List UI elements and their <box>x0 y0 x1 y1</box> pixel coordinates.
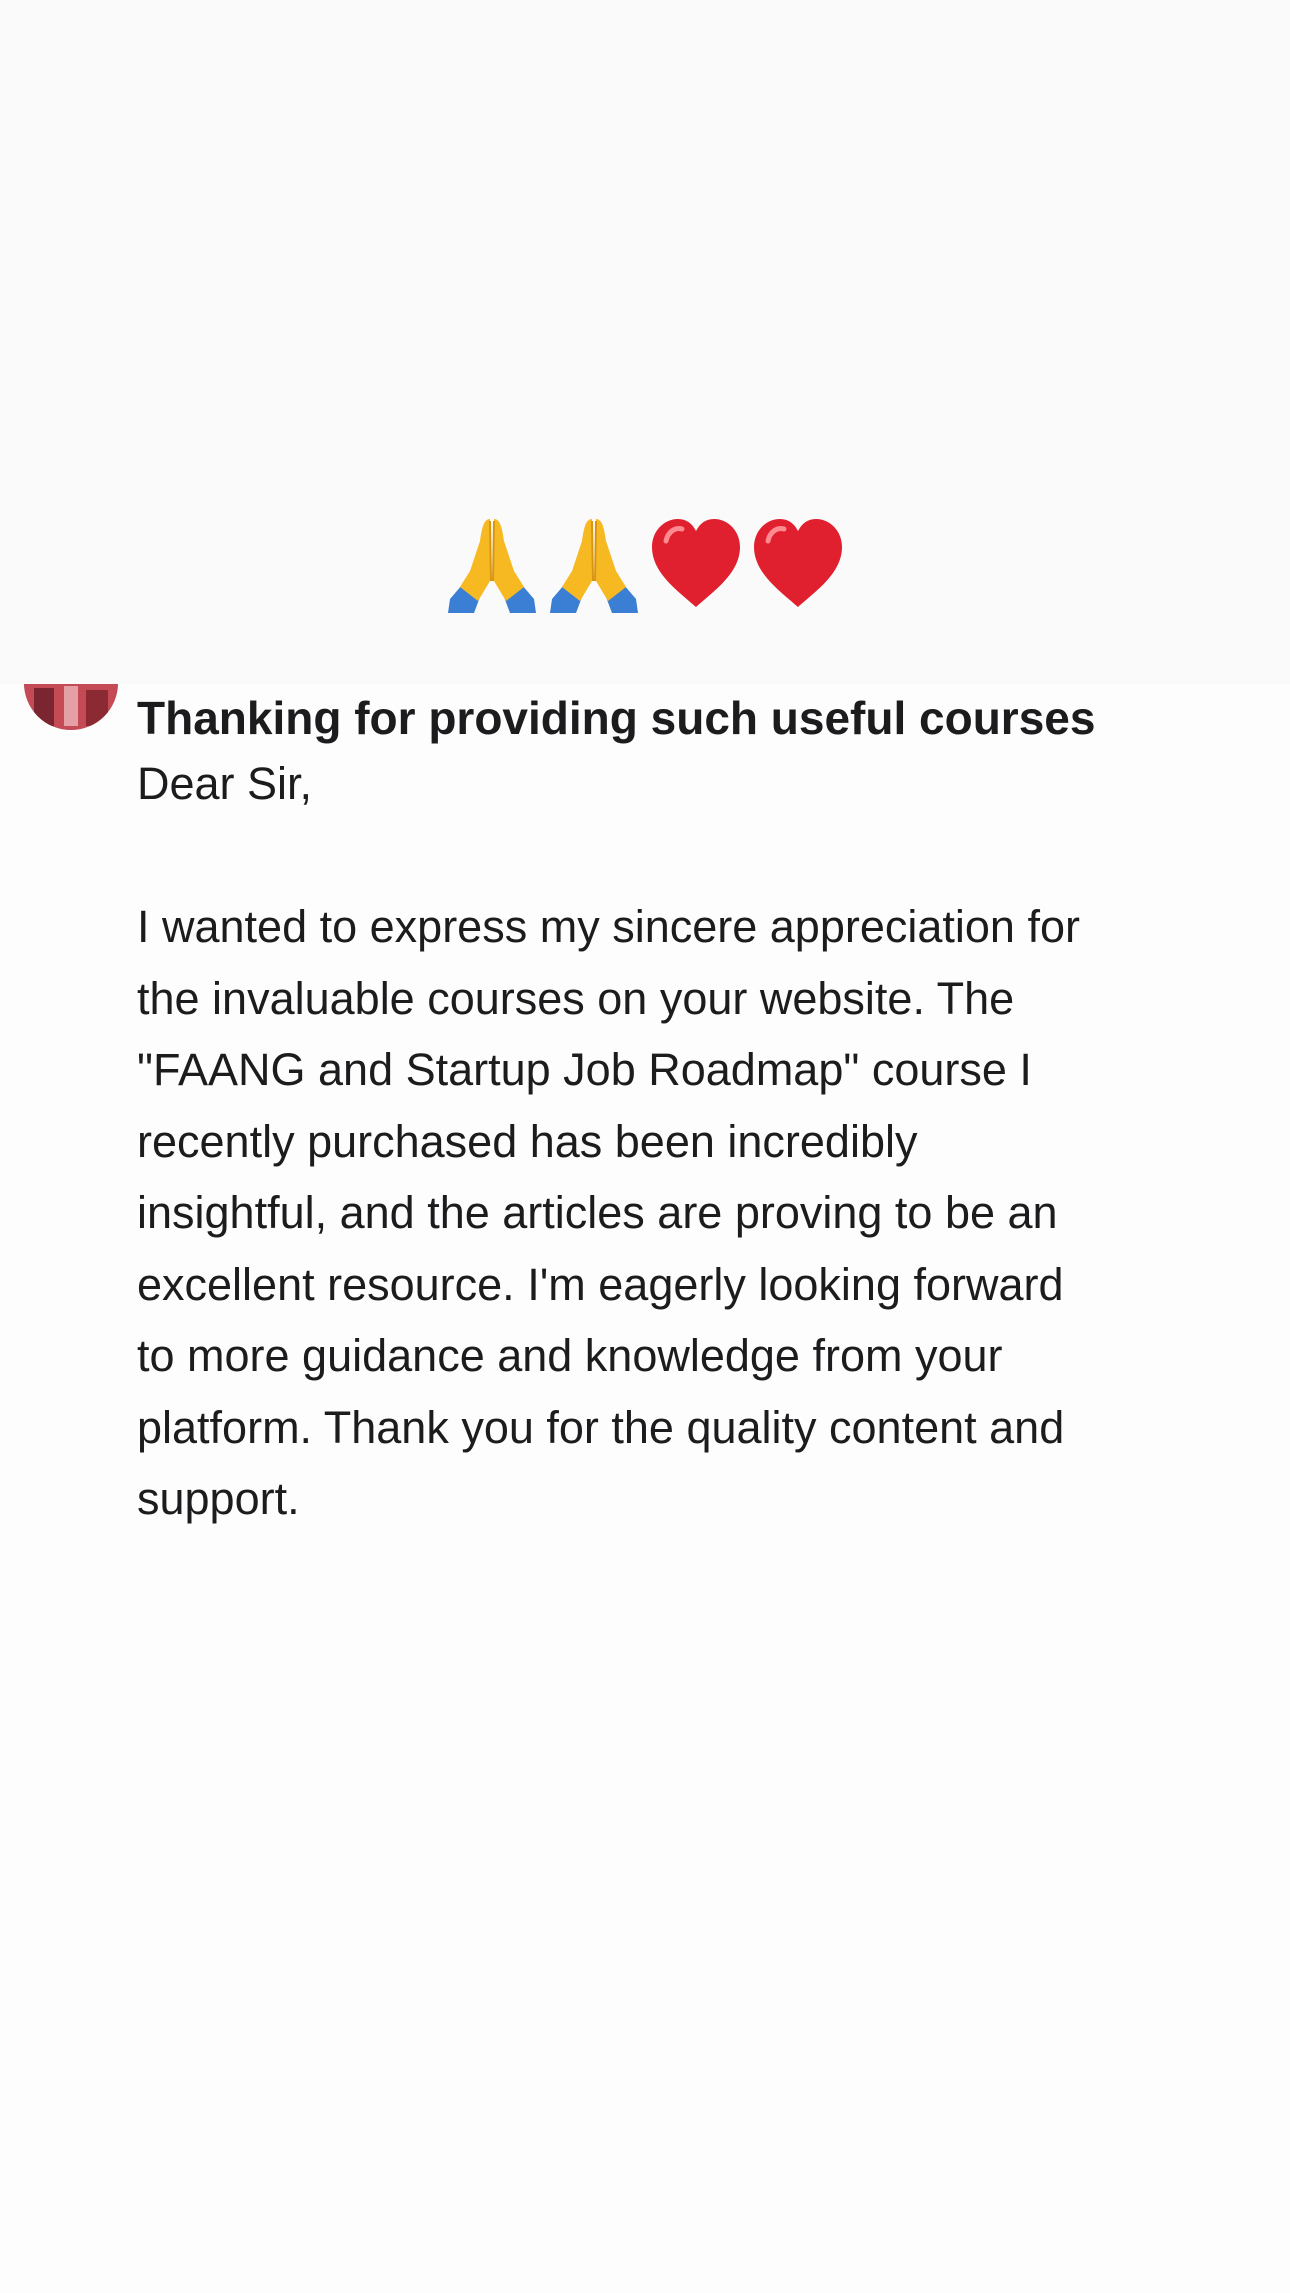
emoji-row <box>0 508 1290 618</box>
body-line: insightful, and the articles are proving… <box>137 1187 1058 1238</box>
body-line: recently purchased has been incredibly <box>137 1115 918 1167</box>
folded-hands-icon <box>444 511 540 615</box>
message-greeting: Dear Sir, <box>137 758 313 809</box>
message-subject: Thanking for providing such useful cours… <box>137 692 1096 744</box>
message-content: Thanking for providing such useful cours… <box>137 690 1177 1535</box>
message-body: I wanted to express my sincere appreciat… <box>137 891 1177 1535</box>
body-line: excellent resource. I'm eagerly looking … <box>137 1258 1064 1310</box>
message-screen: Thanking for providing such useful cours… <box>0 0 1290 2293</box>
body-line: the invaluable courses on your website. … <box>137 972 1015 1024</box>
folded-hands-icon <box>546 511 642 615</box>
red-heart-icon <box>648 511 744 615</box>
body-line: I wanted to express my sincere appreciat… <box>137 901 1080 952</box>
body-line: platform. Thank you for the quality cont… <box>137 1401 1065 1453</box>
body-line: to more guidance and knowledge from your <box>137 1330 1003 1381</box>
body-line: "FAANG and Startup Job Roadmap" course I <box>137 1044 1032 1095</box>
emoji-banner <box>0 0 1290 684</box>
red-heart-icon <box>750 511 846 615</box>
body-line: support. <box>137 1473 300 1524</box>
